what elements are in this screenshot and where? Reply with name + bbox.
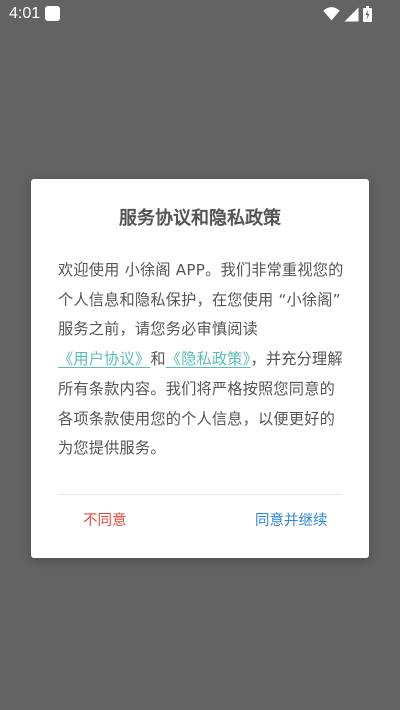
wifi-icon <box>323 7 340 21</box>
dialog-title: 服务协议和隐私政策 <box>119 208 281 229</box>
dialog-body: 欢迎使用 小徐阁 APP。我们非常重视您的个人信息和隐私保护，在您使用 “小徐阁… <box>58 256 348 464</box>
signal-icon <box>344 7 359 21</box>
divider <box>58 494 342 495</box>
agree-continue-button[interactable]: 同意并继续 <box>255 509 328 533</box>
notification-icon <box>45 6 60 21</box>
disagree-button[interactable]: 不同意 <box>83 509 127 533</box>
privacy-dialog: 服务协议和隐私政策 欢迎使用 小徐阁 APP。我们非常重视您的个人信息和隐私保护… <box>31 179 369 558</box>
body-text-conjunction: 和 <box>150 350 166 369</box>
user-agreement-link[interactable]: 《用户协议》 <box>58 350 150 368</box>
status-bar: 4:01 <box>0 0 400 30</box>
status-icons <box>323 5 372 23</box>
privacy-policy-link[interactable]: 《隐私政策》 <box>166 350 251 368</box>
status-time: 4:01 <box>9 5 41 22</box>
battery-icon <box>363 6 372 22</box>
body-text-intro: 欢迎使用 小徐阁 APP。我们非常重视您的个人信息和隐私保护，在您使用 “小徐阁… <box>58 261 344 339</box>
